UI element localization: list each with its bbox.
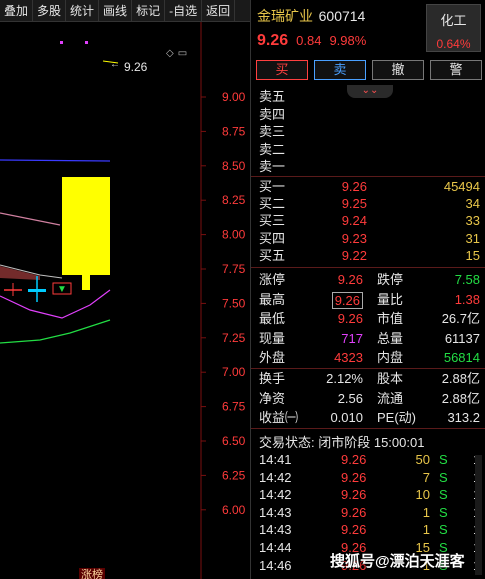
divider — [251, 176, 485, 177]
price-tick-label: 9.00 — [222, 90, 246, 104]
high-arrow: ← — [110, 59, 120, 70]
price-tick-label: 7.50 — [222, 296, 246, 310]
price-tick-label: 7.25 — [222, 331, 246, 345]
ma-blue-line — [0, 159, 111, 162]
price-tick-label: 8.00 — [222, 228, 246, 242]
stat-row: 外盘 4323 内盘 56814 — [259, 350, 480, 365]
collapse-chevron-icon[interactable]: ⌄⌄ — [347, 85, 393, 98]
toolbar-back-button[interactable]: 返回 — [202, 0, 236, 22]
diamond-icon[interactable]: ◇ — [166, 48, 174, 59]
toolbar-overlay-button[interactable]: 叠加 — [0, 0, 34, 22]
limit-up-candle-tail — [82, 270, 90, 290]
stat-row: 最高 9.26 量比 1.38 — [259, 291, 480, 309]
kline-chart-svg: ▼ ← 9.26 9.00 8.75 8.50 8.25 8.00 7.75 7.50 7.2… — [0, 22, 246, 579]
stat-row: 最低 9.26 市值 26.7亿 — [259, 311, 480, 326]
buy-level-row: 买五 9.22 15 — [259, 247, 480, 263]
price-tick-label: 8.75 — [222, 124, 246, 138]
divider — [251, 267, 485, 268]
high-annotation-label: 9.26 — [124, 60, 148, 74]
sell-level-5: 卖五 — [259, 89, 286, 104]
buy-level-row: 买二 9.25 34 — [259, 196, 480, 212]
price-tick-label: 7.00 — [222, 365, 246, 379]
sell-level-3: 卖三 — [259, 124, 286, 139]
buy-level-row: 买三 9.24 33 — [259, 213, 480, 229]
window-icon[interactable]: ▭ — [178, 48, 187, 59]
buy-level-row: 买四 9.23 31 — [259, 230, 480, 246]
stock-name: 金瑞矿业 — [257, 8, 313, 24]
tick-row: 14:439.261S1 — [259, 522, 480, 538]
toolbar-stats-button[interactable]: 统计 — [66, 0, 100, 22]
price-tick-label: 6.75 — [222, 400, 246, 414]
kline-chart[interactable]: ▼ ← 9.26 9.00 8.75 8.50 8.25 8.00 7.75 7.50 7.2… — [0, 22, 250, 579]
sell-button[interactable]: 卖 — [314, 60, 366, 80]
sell-level-2: 卖二 — [259, 141, 286, 157]
price-tick-label: 6.50 — [222, 434, 246, 448]
alert-button[interactable]: 警 — [430, 60, 482, 80]
toolbar-draw-button[interactable]: 画线 — [99, 0, 133, 22]
tick-row: 14:439.261S1 — [259, 504, 480, 520]
cancel-order-button[interactable]: 撤 — [372, 60, 424, 80]
price-change: 0.84 — [296, 33, 322, 48]
toolbar-remove-watchlist-button[interactable]: -自选 — [165, 0, 203, 22]
current-price: 9.26 — [257, 32, 289, 49]
sector-pct: 0.64% — [436, 37, 471, 51]
watermark-text: 搜狐号@漂泊天涯客 — [330, 553, 465, 570]
toolbar-multi-stock-button[interactable]: 多股 — [33, 0, 67, 22]
limit-up-candle — [62, 177, 110, 275]
price-row: 9.26 0.84 9.98% — [257, 32, 366, 50]
stat-row: 换手 2.12% 股本 2.88亿 — [259, 371, 480, 386]
trade-buttons: 买 卖 撤 警 — [256, 60, 482, 80]
stat-row: 现量 717 总量 61137 — [259, 330, 480, 346]
price-axis: 9.00 8.75 8.50 8.25 8.00 7.75 7.50 7.25 7.00 6.75… — [201, 90, 246, 517]
toolbar-mark-button[interactable]: 标记 — [132, 0, 166, 22]
tick-row: 14:429.2610S1 — [259, 487, 480, 503]
sector-name: 化工 — [440, 13, 467, 28]
stats-block-1: 涨停 9.26 跌停 7.58 最高 9.26 量比 1.38 最低 9.26 市值 26.7亿 … — [251, 270, 485, 368]
tick-row: 14:419.2650S1 — [259, 452, 480, 467]
price-tick-label: 8.50 — [222, 159, 246, 173]
stat-row: 净资 2.56 流通 2.88亿 — [259, 390, 480, 406]
sell-level-4: 卖四 — [259, 106, 286, 122]
buy-level-row: 买一 9.26 45494 — [259, 179, 480, 194]
quote-panel: 金瑞矿业 600714 9.26 0.84 9.98% 化工 0.64% 买 卖… — [250, 0, 485, 579]
candle-down-arrow: ▼ — [57, 284, 67, 295]
stat-row: 收益㈠ 0.010 PE(动) 313.2 — [259, 410, 480, 425]
dot-marker-1 — [60, 41, 63, 44]
price-tick-label: 7.75 — [222, 262, 246, 276]
sector-box[interactable]: 化工 0.64% — [426, 4, 481, 52]
dot-marker-2 — [85, 41, 88, 44]
stock-code: 600714 — [318, 8, 366, 24]
buy-levels: 买一 9.26 45494 买二 9.25 34 买三 9.24 33 买四 9.23 31 买… — [251, 178, 485, 264]
sell-level-1: 卖一 — [259, 159, 286, 174]
toolbar: 叠加 多股 统计 画线 标记 -自选 返回 — [0, 0, 250, 22]
tick-row: 14:429.267S1 — [259, 469, 480, 485]
price-tick-label: 6.25 — [222, 468, 246, 482]
buy-button[interactable]: 买 — [256, 60, 308, 80]
limit-up-tag: 涨榜 — [79, 568, 105, 579]
price-tick-label: 8.25 — [222, 193, 246, 207]
stats-block-2: 换手 2.12% 股本 2.88亿 净资 2.56 流通 2.88亿 收益㈠ 0.010 PE(… — [251, 369, 485, 428]
ma-green-line — [0, 319, 111, 344]
chart-corner-icons: ◇ ▭ — [166, 48, 187, 59]
trade-status: 交易状态: 闭市阶段 15:00:01 — [259, 435, 425, 450]
stat-row: 涨停 9.26 跌停 7.58 — [259, 272, 480, 287]
price-tick-label: 6.00 — [222, 503, 246, 517]
tick-scrollbar[interactable] — [475, 455, 482, 575]
sell-levels: 卖五 卖四 卖三 卖二 卖一 — [259, 88, 285, 176]
divider — [251, 428, 485, 429]
ma-pink-line — [0, 212, 61, 226]
price-change-pct: 9.98% — [329, 33, 367, 48]
stock-header: 金瑞矿业 600714 — [257, 6, 365, 26]
